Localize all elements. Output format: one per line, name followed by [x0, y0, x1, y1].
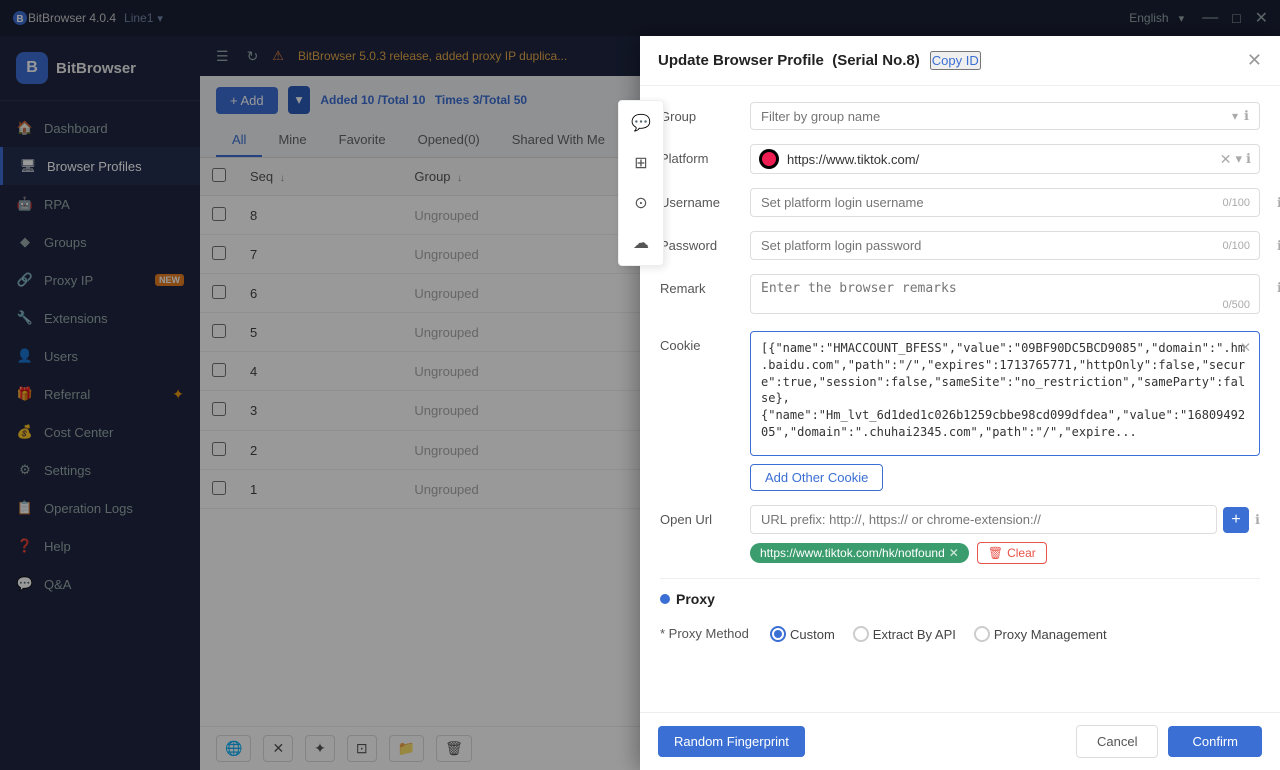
- open-url-input[interactable]: [750, 505, 1217, 534]
- username-counter: 0/100: [1222, 197, 1250, 209]
- group-control: ▾ ℹ: [750, 102, 1260, 130]
- proxy-method-label: * Proxy Method: [660, 619, 770, 641]
- password-input[interactable]: [750, 231, 1260, 260]
- remark-textarea[interactable]: [750, 274, 1260, 314]
- remark-control: 0/500 ℹ: [750, 274, 1260, 317]
- remark-label: Remark: [660, 274, 750, 296]
- url-add-button[interactable]: +: [1223, 507, 1249, 533]
- cancel-button[interactable]: Cancel: [1076, 725, 1158, 758]
- url-tag-close-button[interactable]: ✕: [949, 546, 959, 560]
- cookie-label: Cookie: [660, 331, 750, 353]
- open-url-label: Open Url: [660, 505, 750, 527]
- proxy-section: Proxy * Proxy Method Custom Extract By A…: [660, 591, 1260, 642]
- url-tag-value: https://www.tiktok.com/hk/notfound: [760, 546, 945, 560]
- group-info-icon[interactable]: ℹ: [1244, 108, 1249, 124]
- proxy-method-row: * Proxy Method Custom Extract By API Pro…: [660, 619, 1260, 642]
- clear-label: Clear: [1007, 546, 1036, 560]
- side-panel-layers-btn[interactable]: ⊞: [621, 145, 661, 181]
- modal-close-button[interactable]: ✕: [1247, 50, 1262, 71]
- confirm-button[interactable]: Confirm: [1168, 726, 1262, 757]
- url-tag-item: https://www.tiktok.com/hk/notfound ✕: [750, 543, 969, 563]
- open-url-input-wrap: + ℹ: [750, 505, 1260, 534]
- platform-info-icon[interactable]: ℹ: [1246, 151, 1251, 167]
- url-info-icon[interactable]: ℹ: [1255, 512, 1260, 528]
- platform-row: Platform ✕ ▾ ℹ: [660, 144, 1260, 174]
- platform-url-input[interactable]: [787, 152, 1220, 167]
- cookie-textarea[interactable]: [751, 332, 1259, 452]
- password-row: Password 0/100 ℹ: [660, 231, 1260, 260]
- password-label: Password: [660, 231, 750, 253]
- proxy-method-management[interactable]: Proxy Management: [974, 626, 1107, 642]
- platform-label: Platform: [660, 144, 750, 166]
- side-panel-toggle-btn[interactable]: ⊙: [621, 185, 661, 221]
- random-fingerprint-button[interactable]: Random Fingerprint: [658, 726, 805, 757]
- url-tags: https://www.tiktok.com/hk/notfound ✕ 🗑 C…: [750, 542, 1260, 564]
- password-counter: 0/100: [1222, 240, 1250, 252]
- cookie-textarea-wrap: ✕: [750, 331, 1260, 456]
- open-url-row: Open Url + ℹ https://www.tiktok.com/hk/n…: [660, 505, 1260, 564]
- proxy-method-custom[interactable]: Custom: [770, 626, 835, 642]
- username-row: Username 0/100 ℹ: [660, 188, 1260, 217]
- extract-api-radio-circle: [853, 626, 869, 642]
- clear-icon: 🗑: [988, 546, 1003, 560]
- proxy-mgmt-label: Proxy Management: [994, 627, 1107, 642]
- username-input[interactable]: [750, 188, 1260, 217]
- cookie-clear-button[interactable]: ✕: [1240, 340, 1251, 356]
- open-url-control: + ℹ https://www.tiktok.com/hk/notfound ✕…: [750, 505, 1260, 564]
- cookie-control: ✕ Paste Backup Add Other Cookie: [750, 331, 1260, 491]
- username-label: Username: [660, 188, 750, 210]
- remark-counter: 0/500: [1222, 299, 1250, 311]
- platform-clear-button[interactable]: ✕: [1220, 151, 1232, 168]
- proxy-method-radio-group: Custom Extract By API Proxy Management: [770, 619, 1107, 642]
- group-input[interactable]: [761, 109, 1232, 124]
- password-control: 0/100 ℹ: [750, 231, 1260, 260]
- modal-footer: Random Fingerprint Cancel Confirm: [640, 712, 1280, 770]
- username-control: 0/100 ℹ: [750, 188, 1260, 217]
- custom-label: Custom: [790, 627, 835, 642]
- extract-api-label: Extract By API: [873, 627, 956, 642]
- remark-wrap: 0/500 ℹ: [750, 274, 1260, 317]
- side-panel-fingerprint-btn[interactable]: ☁: [621, 225, 661, 261]
- section-divider: [660, 578, 1260, 579]
- proxy-indicator: [660, 594, 670, 604]
- copy-id-button[interactable]: Copy ID: [930, 51, 981, 70]
- custom-radio-circle: [770, 626, 786, 642]
- modal-header: Update Browser Profile (Serial No.8) Cop…: [640, 36, 1280, 86]
- add-other-cookie-button[interactable]: Add Other Cookie: [750, 464, 883, 491]
- group-row: Group ▾ ℹ: [660, 102, 1260, 130]
- group-label: Group: [660, 102, 750, 124]
- group-dropdown-icon[interactable]: ▾: [1232, 109, 1238, 123]
- side-panel-chat-btn[interactable]: 💬: [621, 105, 661, 141]
- modal-title: Update Browser Profile (Serial No.8): [658, 52, 920, 69]
- remark-row: Remark 0/500 ℹ: [660, 274, 1260, 317]
- platform-input-wrap: ✕ ▾ ℹ: [750, 144, 1260, 174]
- side-panel: 💬 ⊞ ⊙ ☁: [618, 100, 664, 266]
- update-profile-modal: Update Browser Profile (Serial No.8) Cop…: [640, 36, 1280, 770]
- proxy-section-title: Proxy: [660, 591, 1260, 607]
- platform-arrow-icon[interactable]: ▾: [1236, 151, 1243, 167]
- clear-url-button[interactable]: 🗑 Clear: [977, 542, 1047, 564]
- proxy-method-extract-api[interactable]: Extract By API: [853, 626, 956, 642]
- cookie-row: Cookie ✕ Paste Backup Add Other Cookie: [660, 331, 1260, 491]
- proxy-mgmt-radio-circle: [974, 626, 990, 642]
- tiktok-logo: [759, 149, 779, 169]
- modal-body: Group ▾ ℹ Platform ✕ ▾: [640, 86, 1280, 712]
- platform-control: ✕ ▾ ℹ: [750, 144, 1260, 174]
